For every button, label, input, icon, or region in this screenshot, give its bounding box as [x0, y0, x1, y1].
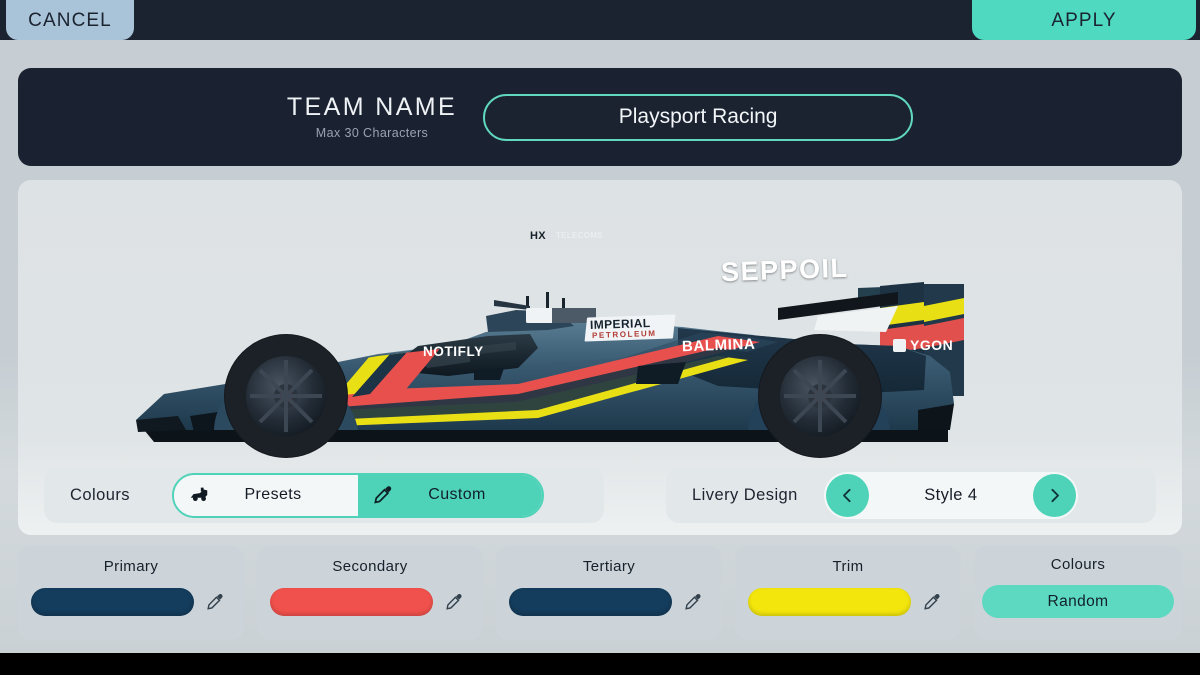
team-name-title: TEAM NAME [287, 94, 457, 120]
swatch-secondary-controls [270, 587, 471, 617]
livery-design-control: Livery Design Style 4 [666, 467, 1156, 523]
top-bar: CANCEL APPLY [0, 0, 1200, 40]
swatch-tertiary-chip[interactable] [509, 588, 672, 616]
team-name-subtitle: Max 30 Characters [316, 127, 428, 140]
eyedropper-icon [372, 484, 394, 506]
preset-car-icon [188, 484, 210, 506]
eyedropper-icon [205, 592, 225, 612]
random-colours-button[interactable]: Random [982, 585, 1174, 618]
car-preview-panel: SEPPOIL HX TELECOMS NOTIFLY IMPERIAL PET… [18, 180, 1182, 535]
colours-mode-segmented: Presets Custom [172, 473, 544, 518]
random-colours-label: Colours [1051, 556, 1106, 573]
decal-ygon-mark [893, 339, 906, 352]
livery-style-value: Style 4 [924, 486, 977, 505]
livery-next-button[interactable] [1033, 474, 1076, 517]
swatch-primary-eyedropper-button[interactable] [198, 587, 232, 617]
team-name-input[interactable] [483, 94, 913, 141]
swatch-primary-label: Primary [104, 558, 158, 575]
apply-button[interactable]: APPLY [972, 0, 1196, 40]
livery-style-stepper: Style 4 [824, 472, 1078, 519]
colours-control-label: Colours [70, 486, 130, 505]
colours-control: Colours Presets [44, 467, 604, 523]
livery-design-label: Livery Design [692, 486, 798, 505]
cancel-button[interactable]: CANCEL [6, 0, 134, 40]
eyedropper-icon [683, 592, 703, 612]
tab-presets-label: Presets [230, 486, 301, 504]
swatch-secondary-label: Secondary [332, 558, 407, 575]
swatch-primary-controls [31, 587, 232, 617]
colour-swatch-row: Primary Secondary [18, 546, 1182, 640]
eyedropper-icon [922, 592, 942, 612]
swatch-trim-controls [748, 587, 949, 617]
team-name-labels: TEAM NAME Max 30 Characters [287, 94, 457, 139]
swatch-primary: Primary [18, 546, 244, 640]
front-wheel [224, 334, 348, 458]
rear-wheel [758, 334, 882, 458]
decal-imperial-plate [585, 314, 676, 341]
swatch-secondary-chip[interactable] [270, 588, 433, 616]
swatch-tertiary: Tertiary [496, 546, 722, 640]
swatch-secondary: Secondary [257, 546, 483, 640]
tab-custom-label: Custom [414, 486, 486, 504]
chevron-right-icon [1046, 487, 1063, 504]
chevron-left-icon [839, 487, 856, 504]
swatch-primary-chip[interactable] [31, 588, 194, 616]
tab-presets[interactable]: Presets [174, 475, 358, 516]
swatch-tertiary-label: Tertiary [583, 558, 635, 575]
swatch-secondary-eyedropper-button[interactable] [437, 587, 471, 617]
swatch-trim-eyedropper-button[interactable] [915, 587, 949, 617]
swatch-trim: Trim [735, 546, 961, 640]
livery-editor-screen: TEAM NAME Max 30 Characters [0, 0, 1200, 675]
team-name-panel: TEAM NAME Max 30 Characters [18, 68, 1182, 166]
random-colours-card: Colours Random [974, 546, 1182, 640]
swatch-trim-label: Trim [832, 558, 863, 575]
tab-custom[interactable]: Custom [358, 475, 542, 516]
eyedropper-icon [444, 592, 464, 612]
livery-prev-button[interactable] [826, 474, 869, 517]
control-row: Colours Presets [18, 455, 1182, 535]
swatch-tertiary-eyedropper-button[interactable] [676, 587, 710, 617]
swatch-trim-chip[interactable] [748, 588, 911, 616]
bottom-letterbox [0, 653, 1200, 675]
car-render: SEPPOIL HX TELECOMS NOTIFLY IMPERIAL PET… [18, 180, 1182, 470]
swatch-tertiary-controls [509, 587, 710, 617]
